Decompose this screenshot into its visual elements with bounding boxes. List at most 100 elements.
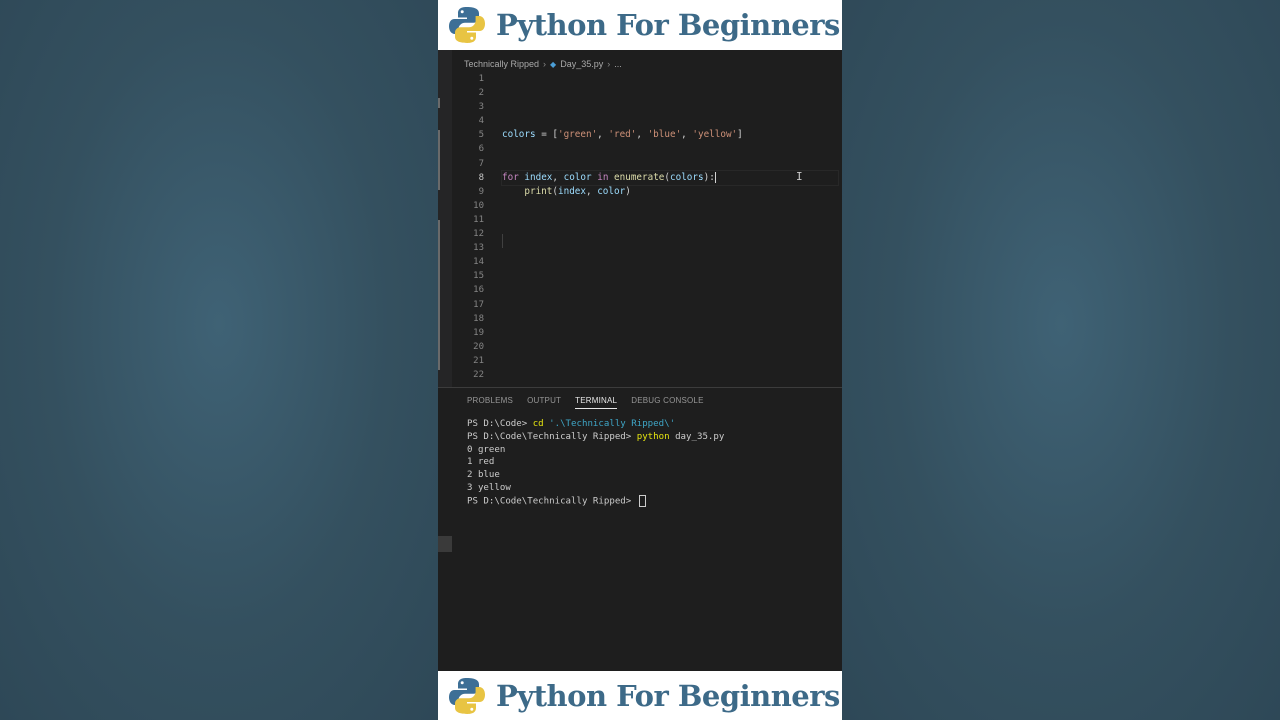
code-line[interactable] [502, 142, 838, 156]
python-logo-icon [449, 7, 485, 43]
tab-terminal[interactable]: TERMINAL [575, 396, 618, 409]
line-number: 6 [478, 144, 484, 155]
token-op: , [636, 129, 648, 141]
banner-bottom: Python For Beginners [438, 671, 842, 720]
line-number: 7 [478, 158, 484, 169]
token-op: , [597, 129, 609, 141]
breadcrumb-folder[interactable]: Technically Ripped [464, 59, 539, 69]
background-left [0, 0, 438, 720]
line-number: 10 [473, 200, 484, 211]
terminal-prompt: PS D:\Code\Technically Ripped> [467, 496, 637, 507]
code-line-for[interactable]: for index, color in enumerate(colors): [501, 169, 839, 186]
code-area[interactable]: colors = ['green', 'red', 'blue', 'yello… [501, 72, 839, 199]
panel-tabs: PROBLEMS OUTPUT TERMINAL DEBUG CONSOLE [467, 396, 718, 409]
background-right [842, 0, 1280, 720]
python-logo-icon [449, 677, 485, 714]
terminal[interactable]: PS D:\Code> cd '.\Technically Ripped\' P… [467, 418, 837, 508]
code-editor[interactable]: Technically Ripped › ◆ Day_35.py › ... 1… [438, 50, 842, 387]
bottom-panel: PROBLEMS OUTPUT TERMINAL DEBUG CONSOLE P… [438, 387, 842, 672]
breadcrumb-file[interactable]: Day_35.py [560, 59, 603, 69]
token-var: color [563, 171, 592, 183]
token-var: color [597, 185, 626, 197]
line-number: 1 [478, 74, 484, 84]
terminal-output-line: 2 blue [467, 470, 500, 481]
terminal-command: python [636, 431, 670, 442]
terminal-output-line: 3 yellow [467, 482, 511, 493]
line-number-active: 8 [478, 172, 484, 183]
terminal-line[interactable]: PS D:\Code\Technically Ripped> [467, 494, 837, 508]
line-number: 15 [473, 271, 484, 282]
scrollbar-thumb[interactable] [438, 536, 452, 552]
token-var: colors [670, 171, 704, 183]
token-keyword: for [502, 171, 519, 183]
token-var: colors [502, 129, 536, 141]
terminal-prompt: PS D:\Code> [467, 419, 533, 429]
strip-mark [438, 98, 440, 108]
line-number: 21 [473, 355, 484, 366]
mouse-ibeam-cursor-icon: I [796, 170, 803, 183]
token-string: 'yellow' [692, 129, 738, 141]
code-line-print[interactable]: print(index, color) [502, 185, 838, 199]
terminal-output-line: 1 red [467, 457, 495, 468]
line-number: 11 [473, 214, 484, 225]
code-line[interactable] [502, 157, 838, 171]
banner-title: Python For Beginners [496, 678, 840, 713]
line-number: 19 [473, 327, 484, 338]
strip-mark [438, 220, 440, 370]
line-number: 17 [473, 299, 484, 310]
terminal-argument: '.\Technically Ripped\' [543, 419, 676, 429]
terminal-line: PS D:\Code\Technically Ripped> python da… [467, 431, 837, 444]
tab-problems[interactable]: PROBLEMS [467, 396, 513, 409]
token-string: 'red' [608, 129, 637, 141]
video-frame: Python For Beginners Technically Ripped … [438, 0, 842, 720]
indent-guide [502, 234, 503, 248]
python-file-icon: ◆ [550, 59, 557, 69]
terminal-cursor [638, 494, 646, 507]
line-number: 2 [478, 88, 484, 99]
line-number: 16 [473, 285, 484, 296]
line-number: 4 [478, 116, 484, 127]
token-op: , [552, 171, 564, 183]
token-op: , [586, 185, 598, 197]
code-line[interactable] [502, 114, 838, 128]
terminal-prompt: PS D:\Code\Technically Ripped> [467, 431, 637, 442]
banner-title: Python For Beginners [496, 8, 840, 42]
token-keyword: in [597, 171, 609, 183]
line-number-gutter: 1 2 3 4 5 6 7 8 9 10 11 12 13 14 15 16 1… [452, 72, 484, 382]
line-number: 5 [478, 130, 484, 141]
token-string: 'green' [557, 129, 598, 141]
breadcrumb: Technically Ripped › ◆ Day_35.py › ... [464, 57, 622, 71]
token-op: ) [625, 185, 631, 197]
terminal-line: PS D:\Code> cd '.\Technically Ripped\' [467, 418, 837, 431]
token-var: index [558, 185, 586, 197]
line-number: 3 [478, 102, 484, 113]
strip-mark [438, 130, 440, 190]
tab-output[interactable]: OUTPUT [527, 396, 561, 409]
line-number: 22 [473, 369, 484, 380]
token-op: ] [737, 129, 743, 141]
line-number: 12 [473, 229, 484, 240]
token-function: enumerate [614, 171, 665, 183]
token-op: ): [703, 171, 715, 183]
text-caret [714, 171, 716, 183]
chevron-right-icon: › [607, 59, 611, 69]
code-line[interactable] [502, 86, 838, 100]
terminal-command: cd [532, 419, 544, 429]
code-line[interactable] [502, 100, 838, 114]
line-number: 20 [473, 341, 484, 352]
line-number: 9 [478, 186, 484, 197]
chevron-right-icon: › [543, 59, 547, 69]
breadcrumb-more[interactable]: ... [614, 59, 622, 69]
terminal-output-line: 0 green [467, 444, 506, 455]
line-number: 18 [473, 313, 484, 324]
token-function: print [524, 185, 553, 197]
tab-debug-console[interactable]: DEBUG CONSOLE [631, 396, 703, 409]
banner-top: Python For Beginners [438, 0, 842, 50]
code-line-colors[interactable]: colors = ['green', 'red', 'blue', 'yello… [502, 128, 838, 142]
token-op: , [681, 129, 693, 141]
line-number: 14 [473, 257, 484, 268]
terminal-argument: day_35.py [669, 431, 725, 442]
code-line[interactable] [502, 72, 838, 86]
token-op: = [ [535, 129, 558, 141]
line-number: 13 [473, 243, 484, 254]
